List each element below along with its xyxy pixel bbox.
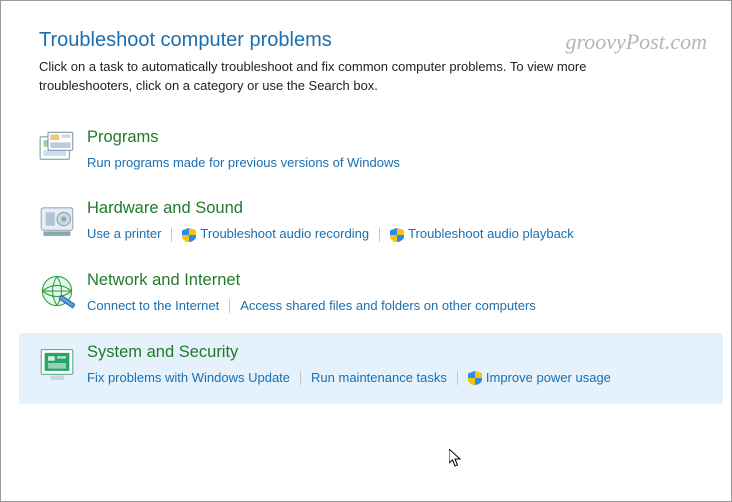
category-body: Programs Run programs made for previous v… <box>87 128 703 176</box>
task-link[interactable]: Fix problems with Windows Update <box>87 366 290 391</box>
category-tasks: Run programs made for previous versions … <box>87 151 703 176</box>
separator <box>171 228 172 242</box>
category-title-hardware[interactable]: Hardware and Sound <box>87 199 243 218</box>
task-link[interactable]: Troubleshoot audio playback <box>390 222 574 247</box>
task-link[interactable]: Access shared files and folders on other… <box>240 294 536 319</box>
category-programs: Programs Run programs made for previous v… <box>39 118 703 190</box>
category-list: Programs Run programs made for previous v… <box>39 118 703 405</box>
category-system: System and Security Fix problems with Win… <box>19 333 723 405</box>
category-tasks: Connect to the Internet Access shared fil… <box>87 294 703 319</box>
task-label: Troubleshoot audio playback <box>408 222 574 247</box>
category-hardware: Hardware and Sound Use a printer Troublesh… <box>39 189 703 261</box>
system-icon <box>39 345 75 381</box>
category-body: Network and Internet Connect to the Inter… <box>87 271 703 319</box>
task-label: Troubleshoot audio recording <box>200 222 369 247</box>
task-label: Run programs made for previous versions … <box>87 151 400 176</box>
category-tasks: Use a printer Troubleshoot audio recordin… <box>87 222 703 247</box>
content-area: Troubleshoot computer problems Click on … <box>1 1 731 414</box>
hardware-icon <box>39 201 75 237</box>
page-title: Troubleshoot computer problems <box>39 29 703 52</box>
separator <box>379 228 380 242</box>
task-link[interactable]: Use a printer <box>87 222 161 247</box>
task-link[interactable]: Improve power usage <box>468 366 611 391</box>
page-description: Click on a task to automatically trouble… <box>39 58 659 96</box>
uac-shield-icon <box>468 371 482 385</box>
category-title-system[interactable]: System and Security <box>87 343 238 362</box>
task-link[interactable]: Run programs made for previous versions … <box>87 151 400 176</box>
task-link[interactable]: Run maintenance tasks <box>311 366 447 391</box>
uac-shield-icon <box>390 228 404 242</box>
task-label: Improve power usage <box>486 366 611 391</box>
mouse-cursor-icon <box>449 449 465 469</box>
uac-shield-icon <box>182 228 196 242</box>
programs-icon <box>39 130 75 166</box>
network-icon <box>39 273 75 309</box>
category-title-programs[interactable]: Programs <box>87 128 159 147</box>
category-network: Network and Internet Connect to the Inter… <box>39 261 703 333</box>
task-label: Fix problems with Windows Update <box>87 366 290 391</box>
category-title-network[interactable]: Network and Internet <box>87 271 240 290</box>
troubleshoot-window: groovyPost.com Troubleshoot computer pro… <box>0 0 732 502</box>
task-label: Run maintenance tasks <box>311 366 447 391</box>
separator <box>229 299 230 313</box>
separator <box>457 371 458 385</box>
task-link[interactable]: Connect to the Internet <box>87 294 219 319</box>
category-body: System and Security Fix problems with Win… <box>87 343 703 391</box>
task-label: Connect to the Internet <box>87 294 219 319</box>
category-tasks: Fix problems with Windows Update Run main… <box>87 366 703 391</box>
task-label: Use a printer <box>87 222 161 247</box>
category-body: Hardware and Sound Use a printer Troublesh… <box>87 199 703 247</box>
task-label: Access shared files and folders on other… <box>240 294 536 319</box>
separator <box>300 371 301 385</box>
task-link[interactable]: Troubleshoot audio recording <box>182 222 369 247</box>
